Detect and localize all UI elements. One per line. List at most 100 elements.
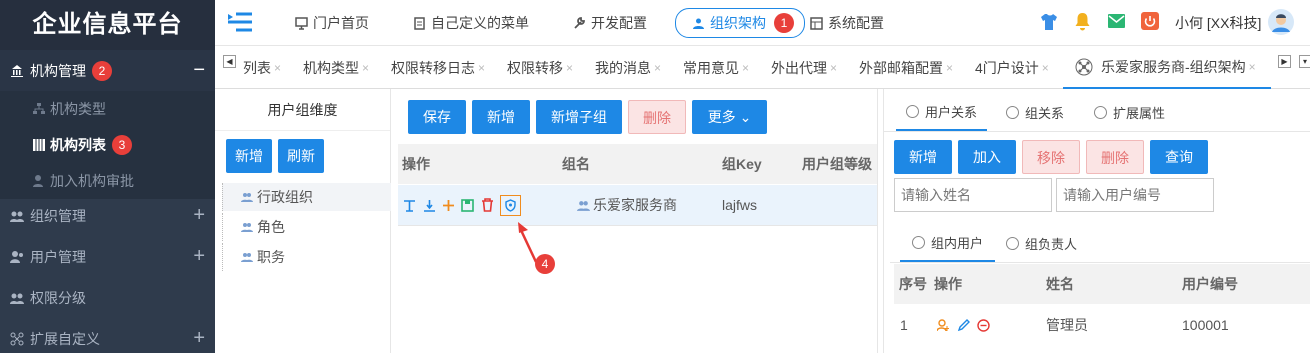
user-code-cell: 100001 [1182, 317, 1229, 333]
expand-icon[interactable]: + [193, 204, 205, 227]
tab-close-icon[interactable]: × [742, 61, 749, 75]
document-icon [414, 16, 425, 30]
tab-scroll-right-button[interactable]: ▶ [1278, 55, 1291, 68]
tab-scroll-left-button[interactable]: ◀ [223, 55, 236, 68]
sidebar-subitem-org-list[interactable]: 机构列表 3 [0, 127, 215, 163]
remove-circle-icon[interactable] [977, 319, 990, 332]
left-add-button[interactable]: 新增 [226, 139, 272, 173]
tab-close-icon[interactable]: × [654, 61, 661, 75]
notification-bell-icon[interactable] [1074, 12, 1091, 31]
org-structure-icon [693, 18, 704, 29]
tree-node-label: 职务 [257, 249, 285, 265]
tree-node-admin-org[interactable]: 行政组织 [222, 183, 391, 211]
more-dropdown-button[interactable]: 更多 ⌄ [692, 100, 767, 134]
col-header-code: 用户编号 [1182, 276, 1238, 292]
nav-home-label: 门户首页 [313, 15, 369, 31]
user-code-search-input[interactable]: 请输入用户编号 [1056, 178, 1214, 212]
top-header: 门户首页 自己定义的菜单 开发配置 组织架构 1 系统配置 小何 [XX科技] [215, 0, 1310, 46]
tab-close-icon[interactable]: × [830, 61, 837, 75]
current-user-name[interactable]: 小何 [XX科技] [1175, 13, 1261, 33]
tab-close-icon[interactable]: × [566, 61, 573, 75]
table-row[interactable]: 1 管理员 100001 [894, 305, 1310, 345]
tab-group-leaders[interactable]: 组负责人 [1000, 224, 1083, 262]
save-button[interactable]: 保存 [408, 100, 466, 134]
tab-external-mail-config[interactable]: 外部邮箱配置 × [859, 47, 953, 89]
tab-common-opinions[interactable]: 常用意见 × [683, 47, 749, 89]
node-add-icon[interactable] [403, 199, 416, 212]
menu-toggle-icon[interactable] [228, 12, 252, 32]
user-delete-button[interactable]: 删除 [1086, 140, 1144, 174]
tab-permission-transfer[interactable]: 权限转移 × [507, 47, 573, 89]
expand-icon[interactable]: + [193, 245, 205, 268]
table-row[interactable]: 乐爱家服务商 lajfws [398, 185, 877, 226]
shield-icon[interactable] [504, 199, 517, 212]
add-child-group-button[interactable]: 新增子组 [536, 100, 622, 134]
left-panel-title: 用户组维度 [215, 89, 390, 131]
pencil-icon[interactable] [957, 319, 970, 332]
tab-list[interactable]: 列表 × [243, 47, 281, 89]
users-icon [1094, 105, 1107, 119]
sidebar-item-org-management[interactable]: 机构管理 2 − [0, 50, 215, 91]
tab-menu-dropdown[interactable]: ▾ [1299, 55, 1310, 68]
nav-system-config[interactable]: 系统配置 [810, 9, 884, 37]
group-grid-header: 操作 组名 组Key 用户组等级 [398, 144, 877, 184]
user-edit-icon[interactable] [937, 319, 950, 332]
plus-icon[interactable] [442, 199, 455, 212]
tab-close-icon[interactable]: × [1249, 60, 1256, 74]
expand-icon[interactable]: + [193, 327, 205, 350]
nav-dev-config[interactable]: 开发配置 [573, 9, 647, 37]
tab-out-agent[interactable]: 外出代理 × [771, 47, 837, 89]
tab-my-messages[interactable]: 我的消息 × [595, 47, 661, 89]
nav-home[interactable]: 门户首页 [295, 9, 369, 37]
tab-label: 机构类型 [303, 60, 359, 76]
mail-icon[interactable] [1108, 14, 1125, 28]
divider [390, 89, 391, 353]
tab-close-icon[interactable]: × [946, 61, 953, 75]
nav-custom-menu[interactable]: 自己定义的菜单 [413, 9, 529, 37]
left-refresh-button[interactable]: 刷新 [278, 139, 324, 173]
avatar[interactable] [1268, 9, 1294, 35]
tab-extended-attributes[interactable]: 扩展属性 [1088, 93, 1171, 131]
sidebar-subitem-join-approval[interactable]: 加入机构审批 [0, 163, 215, 199]
sidebar-item-label: 用户管理 [30, 248, 86, 265]
user-query-button[interactable]: 查询 [1150, 140, 1208, 174]
collapse-icon[interactable]: − [193, 59, 205, 82]
tab-close-icon[interactable]: × [478, 61, 485, 75]
col-header-op: 操作 [934, 276, 962, 292]
tab-portal-design[interactable]: 4门户设计 × [975, 47, 1049, 89]
tab-org-type[interactable]: 机构类型 × [303, 47, 369, 89]
sidebar-item-user-management[interactable]: 用户管理 + [0, 236, 215, 277]
user-remove-button[interactable]: 移除 [1022, 140, 1080, 174]
tab-close-icon[interactable]: × [362, 61, 369, 75]
divider [883, 89, 884, 353]
network-icon [1075, 58, 1093, 76]
add-button[interactable]: 新增 [472, 100, 530, 134]
sidebar-item-label: 机构管理 [30, 62, 86, 79]
tab-close-icon[interactable]: × [1042, 61, 1049, 75]
delete-button[interactable]: 删除 [628, 100, 686, 134]
tree-node-position[interactable]: 职务 [222, 243, 285, 271]
trash-icon[interactable] [481, 198, 494, 212]
nav-org-structure[interactable]: 组织架构 1 [675, 8, 805, 38]
tab-permission-transfer-log[interactable]: 权限转移日志 × [391, 47, 485, 89]
theme-shirt-icon[interactable] [1040, 13, 1058, 31]
user-add-button[interactable]: 新增 [894, 140, 952, 174]
tree-node-role[interactable]: 角色 [222, 213, 285, 241]
col-header-key: 组Key [722, 156, 762, 172]
move-down-icon[interactable] [423, 199, 436, 212]
tab-group-members[interactable]: 组内用户 [900, 224, 996, 262]
tab-group-relations[interactable]: 组关系 [1000, 93, 1070, 131]
sidebar-item-group-management[interactable]: 组织管理 + [0, 195, 215, 236]
save-icon[interactable] [461, 199, 474, 212]
seq-cell: 1 [900, 317, 908, 333]
tab-org-structure[interactable]: 乐爱家服务商-组织架构 × [1063, 47, 1271, 89]
tab-close-icon[interactable]: × [274, 61, 281, 75]
tab-user-relations[interactable]: 用户关系 [896, 93, 988, 131]
user-circle-icon [906, 104, 919, 118]
sidebar-subitem-org-type[interactable]: 机构类型 [0, 91, 215, 127]
power-icon[interactable] [1141, 12, 1159, 30]
user-join-button[interactable]: 加入 [958, 140, 1016, 174]
name-search-input[interactable]: 请输入姓名 [894, 178, 1052, 212]
sidebar-item-permission-level[interactable]: 权限分级 [0, 277, 215, 318]
step-badge-2: 2 [92, 60, 112, 81]
